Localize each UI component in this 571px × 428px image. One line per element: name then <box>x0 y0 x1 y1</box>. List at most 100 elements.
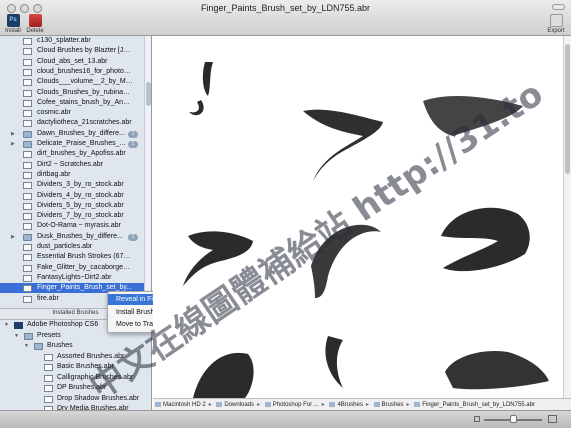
brush-file-row[interactable]: Clouds_Brushes_by_rubina11... <box>0 88 144 98</box>
brush-thumbnail[interactable] <box>428 198 553 283</box>
brush-thumbnail[interactable] <box>295 66 400 186</box>
toolbar-toggle-button[interactable] <box>552 4 565 10</box>
brush-file-row[interactable]: dust_particles.abr <box>0 242 144 252</box>
brush-file-label: dactyliotheca_21scratches.abr <box>37 119 132 127</box>
folder-icon <box>264 402 271 407</box>
sidebar: c130_splatter.abr Cloud Brushes by Blazte… <box>0 36 152 410</box>
count-badge: 1 <box>128 233 138 241</box>
brush-file-row[interactable]: Dividers_3_by_ro_stock.abr <box>0 180 144 190</box>
delete-label: Delete <box>26 28 44 34</box>
path-crumb[interactable]: 4Brushes <box>327 399 364 410</box>
brush-file-label: Dusk_Brushes_by_differe... <box>37 232 123 240</box>
brush-thumbnail[interactable] <box>435 336 553 398</box>
small-thumbnail-icon <box>474 416 480 422</box>
large-thumbnail-icon <box>548 415 557 423</box>
export-icon <box>549 14 563 27</box>
brush-thumbnail[interactable] <box>165 221 275 296</box>
brush-file-row[interactable]: Dividers_4_by_ro_stock.abr <box>0 191 144 201</box>
brush-file-row[interactable]: dactyliotheca_21scratches.abr <box>0 118 144 128</box>
chevron-right-icon: ▸ <box>321 402 325 408</box>
export-label: Export <box>547 28 565 34</box>
drive-icon <box>155 402 161 407</box>
tree-row[interactable]: ▼ Brushes <box>0 341 151 352</box>
brush-file-row[interactable]: ▶ Dawn_Brushes_by_differe... 1 <box>0 129 144 139</box>
brush-file-row[interactable]: dirtbag.abr <box>0 170 144 180</box>
sidebar-scroll-thumb[interactable] <box>146 82 151 106</box>
brush-file-row[interactable]: Cloud Brushes by Blazter [Javi... <box>0 46 144 56</box>
brush-file-icon <box>23 120 32 128</box>
brush-file-row[interactable]: cosmic.abr <box>0 108 144 118</box>
tree-row[interactable]: DP Brushes.abr <box>0 383 151 394</box>
brush-file-row[interactable]: Clouds___volume__2_by_Mil... <box>0 77 144 87</box>
disclosure-triangle-icon[interactable]: ▶ <box>11 129 15 139</box>
content-scrollbar[interactable] <box>563 36 571 398</box>
brush-file-icon <box>23 244 32 251</box>
brush-file-row[interactable]: ▶ Dusk_Brushes_by_differe... 1 <box>0 232 144 242</box>
brush-thumbnail[interactable] <box>421 86 536 141</box>
brush-thumbnail[interactable] <box>303 326 393 398</box>
folder-icon <box>373 402 380 407</box>
brush-thumbnail[interactable] <box>303 214 393 314</box>
brush-file-label: Dawn_Brushes_by_differe... <box>37 129 125 137</box>
brush-file-row[interactable]: FantasyLights~Dirt2.abr <box>0 273 144 283</box>
brush-file-label: Clouds___volume__2_by_Mil... <box>37 78 133 86</box>
brush-thumbnail[interactable] <box>165 341 275 398</box>
brush-file-row[interactable]: cloud_brushes16_for_photos... <box>0 67 144 77</box>
brush-file-row[interactable]: Cofee_stains_brush_by_AnnF... <box>0 98 144 108</box>
brush-thumbnails <box>165 58 553 398</box>
folder-icon <box>23 130 32 138</box>
export-button[interactable]: Export <box>545 14 567 34</box>
brush-file-row[interactable]: c130_splatter.abr <box>0 36 144 46</box>
brush-file-row[interactable]: Essential Brush Strokes (675... <box>0 252 144 262</box>
brush-file-row[interactable]: ▶ Delicate_Praise_Brushes_... 1 <box>0 139 144 149</box>
installed-brushes-tree: ▼ Adobe Photoshop CS6 ▼ Presets ▼ Brushes Asso… <box>0 320 151 410</box>
folder-icon <box>24 332 33 340</box>
path-crumb[interactable]: Finger_Paints_Brush_set_by_LDN755.abr <box>412 399 537 410</box>
brush-file-row[interactable]: Dividers_7_by_ro_stock.abr <box>0 211 144 221</box>
disclosure-triangle-icon[interactable]: ▶ <box>11 232 15 242</box>
brush-file-row[interactable]: Dividers_5_by_ro_stock.abr <box>0 201 144 211</box>
brush-file-icon <box>23 68 32 76</box>
brush-file-label: cloud_brushes16_for_photos... <box>37 67 133 75</box>
brush-file-label: Clouds_Brushes_by_rubina11... <box>37 88 133 96</box>
brush-file-icon <box>23 192 32 200</box>
path-crumb[interactable]: Brushes <box>372 399 406 410</box>
brush-file-label: Dividers_7_by_ro_stock.abr <box>37 212 124 220</box>
install-button[interactable]: Ps Install <box>2 14 24 34</box>
brush-file-label: Cofee_stains_brush_by_AnnF... <box>37 98 133 106</box>
path-crumb[interactable]: Downloads <box>214 399 256 410</box>
disclosure-triangle-icon[interactable]: ▼ <box>24 341 29 352</box>
tree-row[interactable]: Calligraphic Brushes.abr <box>0 373 151 384</box>
brush-file-icon <box>23 38 32 45</box>
brush-file-label: Dot-O-Rama ~ myrasis.abr <box>37 222 121 230</box>
brush-thumbnail[interactable] <box>175 58 265 148</box>
file-icon <box>414 402 421 407</box>
tree-item-label: Assorted Brushes.abr <box>57 352 125 360</box>
delete-button[interactable]: Delete <box>24 14 46 34</box>
path-crumb[interactable]: Photoshop For ... <box>263 399 321 410</box>
content-scroll-thumb[interactable] <box>565 44 570 174</box>
path-bar: Macintosh HD 2 ▸ Downloads ▸ Photoshop For… <box>153 398 571 410</box>
brush-file-icon <box>23 58 32 66</box>
path-crumb[interactable]: Macintosh HD 2 <box>153 399 208 410</box>
tree-row[interactable]: Assorted Brushes.abr <box>0 352 151 363</box>
tree-row[interactable]: Basic Brushes.abr <box>0 362 151 373</box>
brush-file-row[interactable]: dirt_brushes_by_Apofiss.abr <box>0 149 144 159</box>
thumbnail-size-slider-knob[interactable] <box>510 415 517 423</box>
disclosure-triangle-icon[interactable]: ▶ <box>11 139 15 149</box>
disclosure-triangle-icon[interactable]: ▼ <box>14 331 19 342</box>
sidebar-scrollbar[interactable] <box>144 36 151 308</box>
tree-item-label: Basic Brushes.abr <box>57 363 114 370</box>
brush-file-row[interactable]: Fake_Glitter_by_cacaborges.abr <box>0 263 144 273</box>
window-title: Finger_Paints_Brush_set_by_LDN755.abr <box>200 3 371 13</box>
brush-file-row[interactable]: Cloud_abs_set_13.abr <box>0 57 144 67</box>
install-label: Install <box>5 28 21 34</box>
count-badge: 1 <box>128 130 138 138</box>
disclosure-triangle-icon[interactable]: ▼ <box>4 320 9 331</box>
tree-item-label: Brushes <box>47 342 73 349</box>
tree-row[interactable]: Drop Shadow Brushes.abr <box>0 394 151 405</box>
chevron-right-icon: ▸ <box>257 402 261 408</box>
brush-file-row[interactable]: Dot-O-Rama ~ myrasis.abr <box>0 221 144 231</box>
chevron-right-icon: ▸ <box>208 402 212 408</box>
brush-file-row[interactable]: Dirt2 ~ Scratches.abr <box>0 160 144 170</box>
